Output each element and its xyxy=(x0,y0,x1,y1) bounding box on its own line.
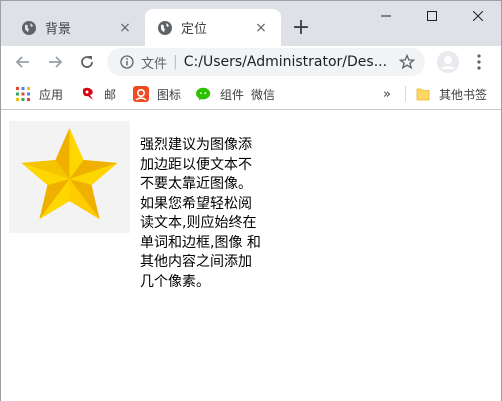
reload-icon[interactable] xyxy=(75,50,99,74)
new-tab-button[interactable]: + xyxy=(289,15,313,40)
page-content: 强烈建议为图像添加边距以便文本不 不要太靠近图像。如果您希望轻松阅读文本,则应始… xyxy=(1,111,501,401)
globe-icon xyxy=(157,20,173,36)
netease-mail-icon xyxy=(80,86,96,102)
bookmark-mail[interactable]: 邮 xyxy=(80,84,116,104)
close-window-icon[interactable] xyxy=(455,1,501,31)
bookmarks-overflow-button[interactable]: » xyxy=(383,84,391,104)
bookmark-iconfont[interactable]: 图标 xyxy=(133,84,181,104)
folder-icon xyxy=(415,86,431,102)
forward-arrow-icon[interactable] xyxy=(43,50,67,74)
kebab-menu-icon[interactable] xyxy=(467,50,491,74)
profile-avatar-icon[interactable] xyxy=(437,51,459,73)
close-icon[interactable]: × xyxy=(117,20,133,36)
bookmark-wechat-components[interactable]: 组件 xyxy=(196,84,244,104)
wrapped-paragraph: 强烈建议为图像添加边距以便文本不 不要太靠近图像。如果您希望轻松阅读文本,则应始… xyxy=(140,137,261,290)
other-bookmarks-folder[interactable]: 其他书签 xyxy=(415,84,487,104)
star-image xyxy=(9,121,130,233)
tab-strip: 背景 × 定位 × + xyxy=(1,1,501,46)
bookmark-star-icon[interactable] xyxy=(397,52,417,72)
tab-title: 定位 xyxy=(181,22,208,37)
bookmark-label: 邮 xyxy=(104,87,117,102)
maximize-icon[interactable] xyxy=(409,1,455,31)
iconfont-icon xyxy=(133,86,149,102)
bookmarks-bar: 应用 邮 图标 组件 微信 » 其他书签 xyxy=(1,78,501,110)
bookmark-label: 微信 xyxy=(251,87,276,102)
bookmark-apps[interactable]: 应用 xyxy=(15,84,63,104)
bookmark-wechat[interactable]: 微信 xyxy=(251,84,275,104)
back-arrow-icon[interactable] xyxy=(11,50,35,74)
tab-positioning[interactable]: 定位 × xyxy=(145,9,281,46)
url-separator: | xyxy=(173,54,178,70)
tab-title: 背景 xyxy=(45,22,72,37)
bookmark-label: 组件 xyxy=(220,87,245,102)
minimize-icon[interactable] xyxy=(363,1,409,31)
wechat-icon xyxy=(196,86,212,102)
apps-grid-icon xyxy=(15,86,31,102)
bookmarks-divider xyxy=(405,86,406,102)
info-icon[interactable] xyxy=(119,54,135,70)
close-icon[interactable]: × xyxy=(253,20,269,36)
star-icon xyxy=(21,128,118,219)
bookmark-label: 应用 xyxy=(39,87,64,102)
globe-icon xyxy=(21,20,37,36)
url-scheme-label: 文件 xyxy=(141,56,168,72)
url-text[interactable]: C:/Users/Administrator/Des... xyxy=(184,54,397,70)
bookmark-label: 图标 xyxy=(157,87,182,102)
toolbar: 文件 | C:/Users/Administrator/Des... xyxy=(1,46,501,78)
bookmark-label: 其他书签 xyxy=(439,87,488,102)
tab-background[interactable]: 背景 × xyxy=(9,9,145,46)
address-bar[interactable]: 文件 | C:/Users/Administrator/Des... xyxy=(107,48,425,76)
